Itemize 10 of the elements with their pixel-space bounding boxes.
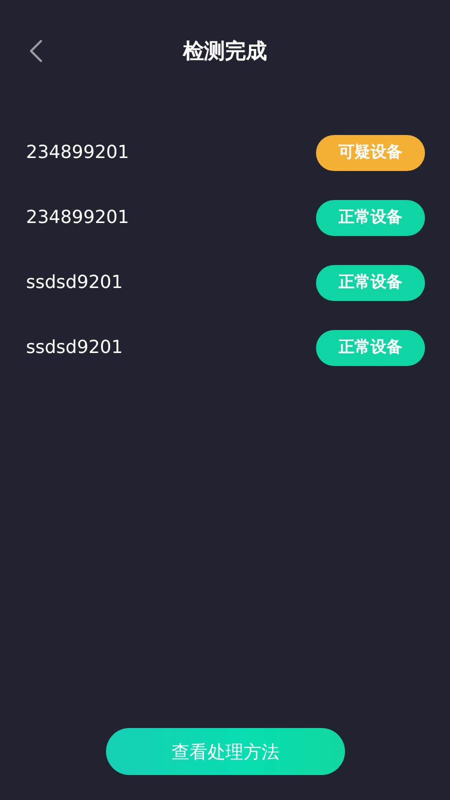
device-id: ssdsd9201	[26, 272, 123, 293]
status-tag: 正常设备	[316, 264, 425, 300]
status-tag: 正常设备	[316, 200, 425, 236]
page-title: 检测完成	[183, 38, 267, 65]
device-id: ssdsd9201	[26, 337, 123, 358]
view-solution-button[interactable]: 查看处理方法	[106, 728, 345, 775]
status-tag: 正常设备	[316, 330, 425, 366]
status-tag: 可疑设备	[316, 134, 425, 170]
device-id: 234899201	[26, 207, 130, 228]
device-id: 234899201	[26, 142, 130, 163]
